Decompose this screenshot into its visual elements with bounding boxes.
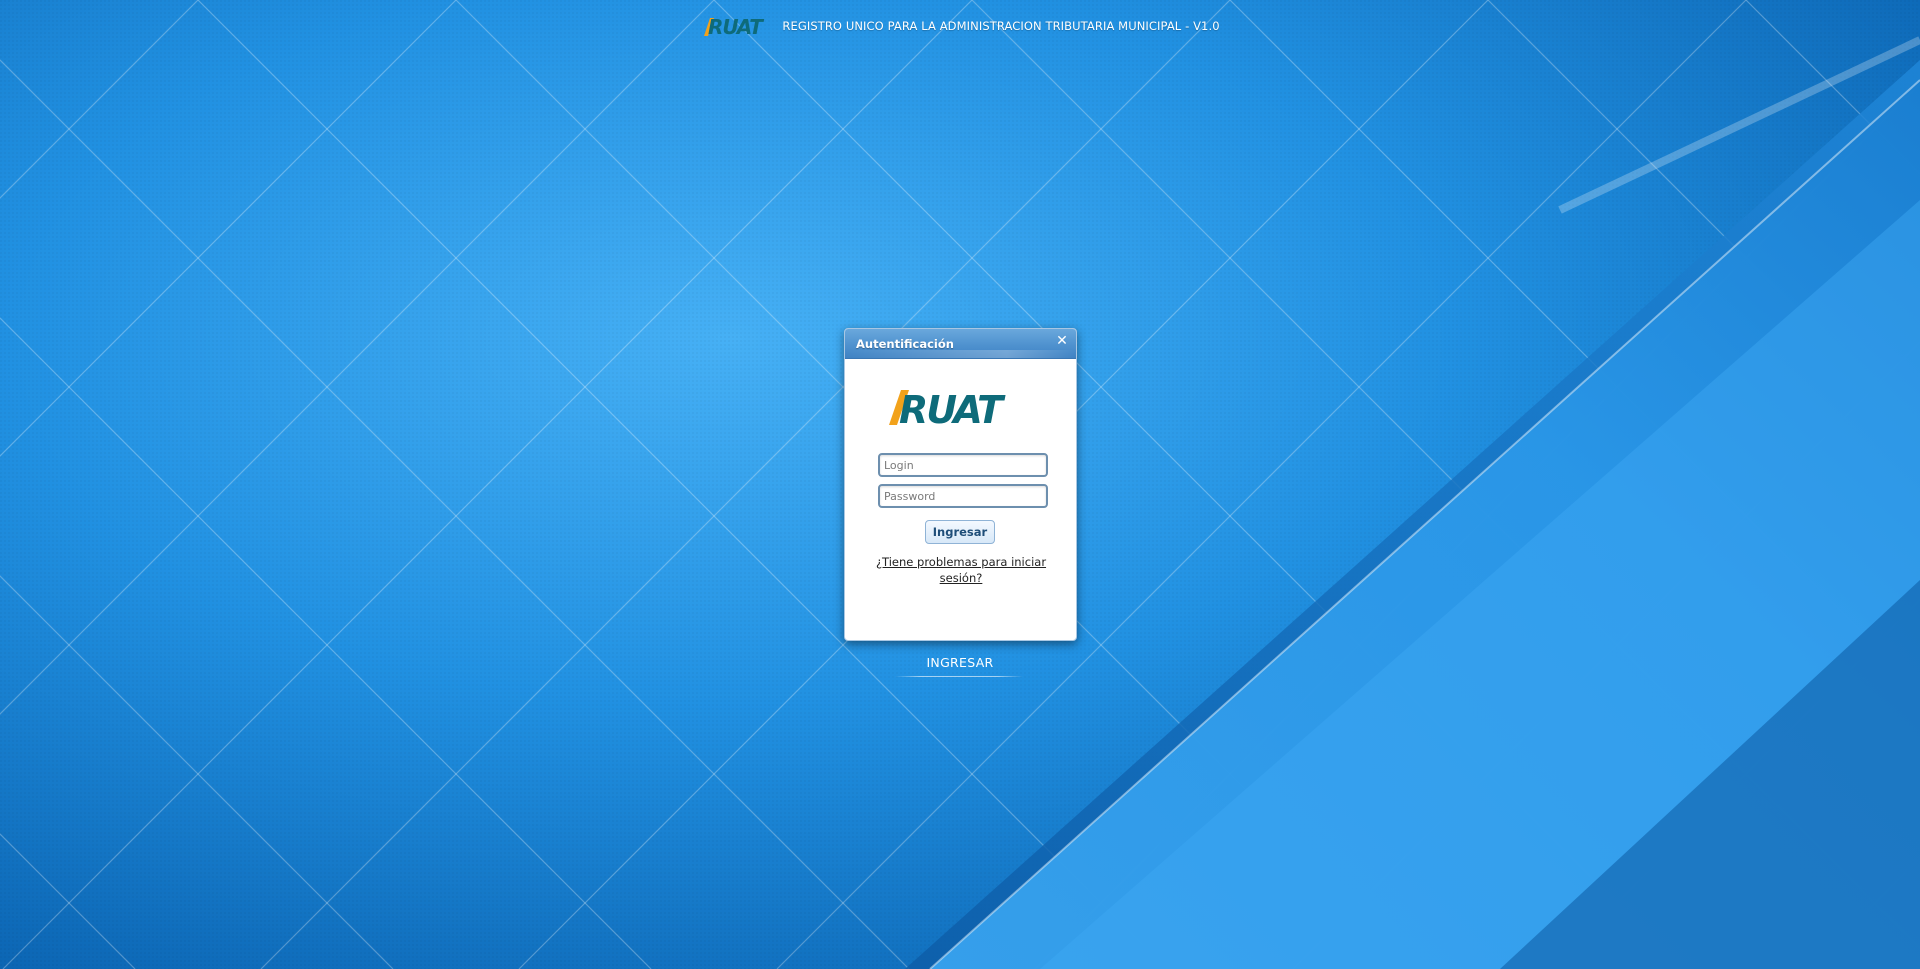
dialog-body: RUAT Ingresar ¿Tiene problemas para inic… (845, 359, 1076, 640)
login-help-link[interactable]: ¿Tiene problemas para iniciar sesión? (871, 554, 1051, 586)
app-title: REGISTRO UNICO PARA LA ADMINISTRACION TR… (782, 19, 1220, 33)
ruat-logo: RUAT (889, 388, 1008, 429)
top-header: RUAT REGISTRO UNICO PARA LA ADMINISTRACI… (0, 14, 1920, 38)
header-logo-text: RUAT (708, 15, 764, 38)
password-input[interactable] (878, 484, 1048, 508)
ingresar-button[interactable]: Ingresar (925, 520, 995, 544)
dialog-header: Autentificación ✕ (845, 329, 1076, 359)
bottom-underline (895, 676, 1023, 677)
ruat-logo: RUAT (704, 15, 766, 38)
dialog-logo-text: RUAT (899, 388, 1006, 429)
close-icon[interactable]: ✕ (1055, 334, 1069, 348)
bottom-ingresar-link[interactable]: INGRESAR (895, 655, 1025, 670)
login-dialog: Autentificación ✕ RUAT Ingresar ¿Tiene p… (844, 328, 1077, 641)
login-input[interactable] (878, 453, 1048, 477)
dialog-title: Autentificación (856, 337, 954, 351)
